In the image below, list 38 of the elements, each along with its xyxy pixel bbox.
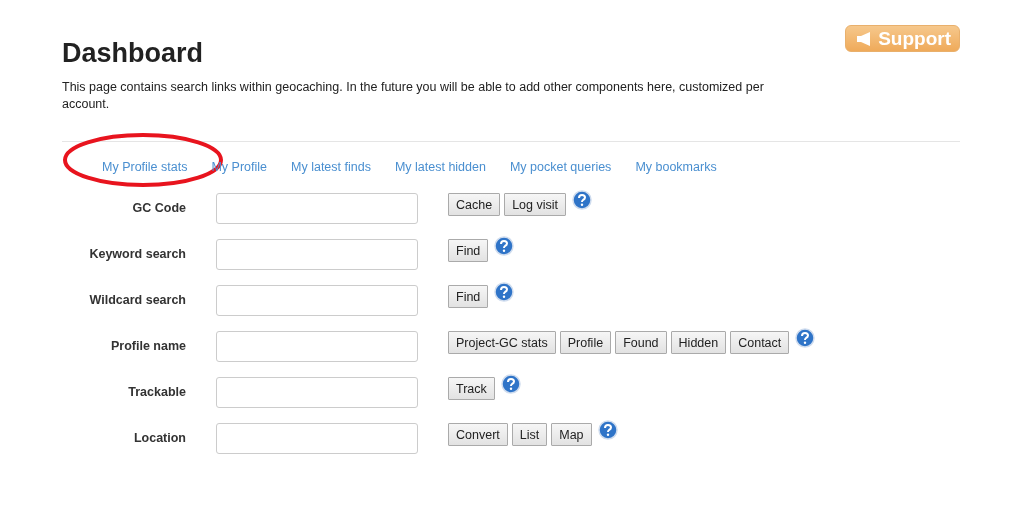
nav-link[interactable]: My latest hidden [394,160,486,174]
action-button[interactable]: Found [615,331,667,354]
action-button[interactable]: Cache [448,193,501,216]
input-field[interactable] [216,285,418,316]
action-button[interactable]: Track [448,377,495,400]
nav-link[interactable]: My Profile stats [102,160,188,174]
field-label: Trackable [127,385,186,399]
input-field[interactable] [216,377,418,408]
help-icon[interactable] [572,190,592,210]
action-button[interactable]: Log visit [504,193,566,216]
help-icon[interactable] [494,236,515,256]
field-label: Wildcard search [88,293,186,307]
help-icon[interactable] [500,374,521,394]
input-field[interactable] [216,239,418,270]
help-icon[interactable] [494,282,515,302]
nav-link[interactable]: My latest finds [291,160,371,174]
action-button[interactable]: Contact [730,331,790,354]
help-icon[interactable] [795,328,816,348]
input-field[interactable] [216,423,418,454]
nav-link[interactable]: My bookmarks [635,160,717,174]
action-button[interactable]: Project-GC stats [448,331,556,354]
field-label: Keyword search [88,247,186,261]
help-icon[interactable] [597,420,618,440]
field-label: GC Code [131,201,186,215]
input-field[interactable] [216,331,418,362]
nav-link[interactable]: My pocket queries [509,160,612,174]
action-button[interactable]: Map [551,423,592,446]
action-button[interactable]: Convert [448,423,508,446]
action-button[interactable]: List [511,423,548,446]
page-title: Dashboard [62,38,204,69]
action-button[interactable]: Profile [559,331,612,354]
field-label: Location [132,431,186,445]
page-description: This page contains search links within geocaching. In the future you will be able to add other components here, customized per account. [62,79,765,113]
field-label: Profile name [109,339,186,353]
input-field[interactable] [216,193,418,224]
action-button[interactable]: Hidden [670,331,727,354]
action-button[interactable]: Find [448,285,489,308]
action-button[interactable]: Find [448,239,489,262]
